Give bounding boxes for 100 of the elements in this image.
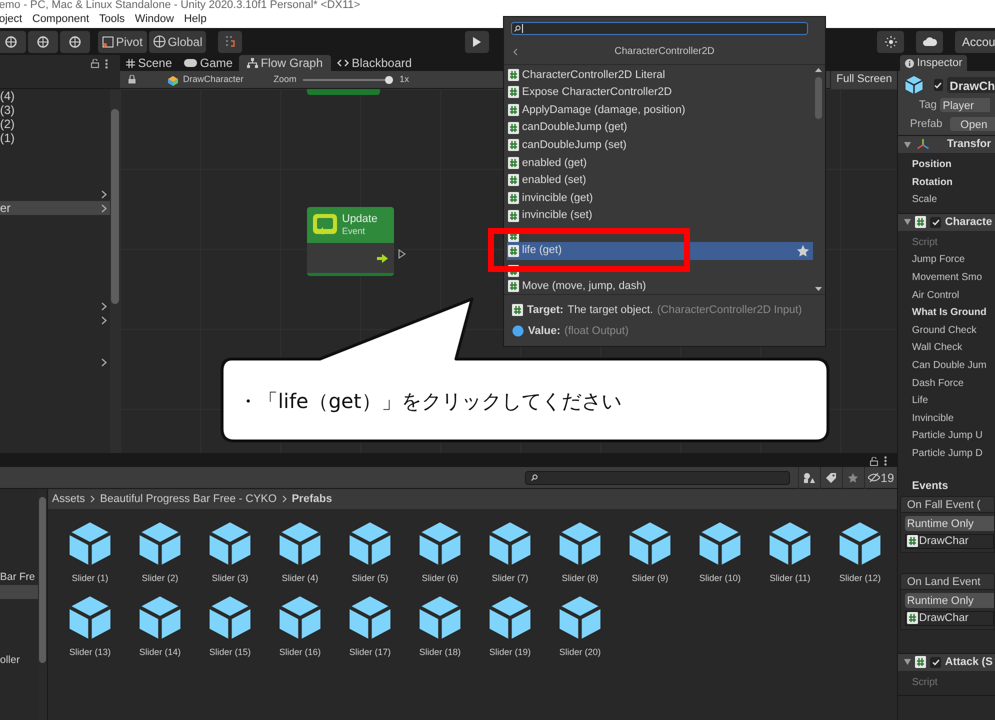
editor-tab[interactable]: Game [178,55,239,71]
active-checkbox[interactable] [934,79,943,91]
editor-tab[interactable]: Blackboard [330,55,418,71]
search-field[interactable] [511,22,808,34]
object-field[interactable]: DrawChar [905,534,994,548]
hierarchy-item[interactable]: (4) [0,89,110,103]
asset-label[interactable]: Slider (17) [349,646,391,659]
lock-icon [91,59,99,68]
component-header[interactable]: Characte [898,214,995,232]
node-option[interactable]: canDoubleJump (set) [507,136,813,154]
field-label: Ground Check [912,324,976,338]
pivot-button[interactable]: Pivot [98,30,147,52]
node-option[interactable]: Expose CharacterController2D [507,84,813,102]
search-icon [530,474,538,481]
asset-label[interactable]: Slider (11) [770,572,810,586]
asset-label[interactable]: Slider (18) [419,646,461,659]
field-label: Tag [919,98,937,113]
node-option[interactable]: Move (move, jump, dash) [507,277,813,294]
breadcrumb-item[interactable]: Assets [52,490,86,508]
menu-item[interactable]: Component [32,11,90,28]
node-option[interactable]: invincible (set) [507,206,813,224]
globe-tool-button[interactable] [28,30,58,52]
field-label: Scale [912,193,938,208]
object-name-field[interactable]: DrawCh [946,77,995,93]
scrollbar[interactable] [110,89,120,453]
prefab-cube-icon [904,75,924,95]
scrollbar-thumb[interactable] [815,77,822,119]
node-option[interactable]: life (get) [507,242,813,260]
asset-label[interactable]: Slider (19) [489,646,531,659]
cloud-button[interactable] [916,30,943,52]
hierarchy-item[interactable]: er [0,201,110,215]
eye-slash-icon [868,473,880,482]
checkmark-icon [934,82,942,88]
globe-icon [152,35,166,48]
breadcrumb-item[interactable]: Prefabs [292,490,332,508]
scrollbar-thumb[interactable] [39,497,46,663]
asset-label[interactable]: Slider (15) [209,646,251,659]
editor-tab[interactable]: Flow Graph [238,55,331,71]
open-prefab-button[interactable]: Open [950,116,995,131]
folder-item[interactable]: Bar Fre [0,571,38,585]
runtime-dropdown[interactable]: Runtime Only [905,592,994,608]
asset-label[interactable]: Slider (8) [562,572,598,586]
asset-label[interactable]: Slider (1) [72,572,108,586]
play-button[interactable] [465,30,489,52]
node-option[interactable]: canDoubleJump (get) [507,118,813,136]
node-option[interactable]: CharacterController2D Literal [507,66,813,84]
lighting-button[interactable] [877,30,904,52]
menu-item[interactable]: Window [134,11,174,28]
asset-label[interactable]: Slider (20) [559,646,601,659]
menu-item[interactable]: Tools [99,11,125,28]
object-field[interactable]: DrawChar [905,610,994,626]
editor-tab[interactable]: Scene [120,55,178,71]
hierarchy-item[interactable]: (2) [0,117,110,131]
scrollbar-thumb[interactable] [111,109,119,304]
component-header[interactable]: Transfor [898,136,995,154]
snap-button[interactable] [218,30,242,52]
node-option[interactable]: invincible (get) [507,189,813,207]
asset-label[interactable]: Slider (6) [422,572,458,586]
full-screen-button[interactable]: Full Screen [830,70,897,88]
field-label: Life [912,394,928,408]
asset-label[interactable]: Slider (2) [142,572,178,586]
folder-item[interactable]: oller [0,654,38,668]
account-button[interactable]: Accou [955,30,995,52]
port-type: (float Output) [564,324,629,339]
asset-label[interactable]: Slider (5) [352,572,388,586]
back-chevron-icon [513,48,518,56]
checkmark-icon [932,218,940,226]
asset-label[interactable]: Slider (14) [139,646,181,659]
hierarchy-item[interactable]: (3) [0,103,110,117]
enabled-checkbox[interactable] [930,216,941,228]
tools-button[interactable] [60,30,90,52]
node-option[interactable]: enabled (set) [507,172,813,190]
asset-label[interactable]: Slider (7) [492,572,528,586]
global-button[interactable]: Global [148,30,206,52]
hierarchy-item[interactable]: (1) [0,131,110,145]
chevron-right-icon [101,358,107,366]
asset-label[interactable]: Slider (12) [839,572,881,586]
asset-label[interactable]: Slider (16) [279,646,321,659]
zoom-slider[interactable] [302,76,393,84]
breadcrumb-item[interactable]: Beautiful Progress Bar Free - CYKO [100,490,277,508]
graph-node[interactable] [307,89,380,95]
asset-label[interactable]: Slider (13) [69,646,111,659]
inspector-tab[interactable]: Inspector [900,55,968,71]
menu-item[interactable]: Help [184,11,207,28]
asset-label[interactable]: Slider (9) [632,572,668,586]
tag-icon [826,472,836,482]
move-tool-button[interactable] [0,30,26,52]
tag-dropdown[interactable]: Player [940,98,990,112]
node-option[interactable]: enabled (get) [507,154,813,172]
asset-label[interactable]: Slider (4) [282,572,318,586]
node-option[interactable]: ApplyDamage (damage, position) [507,101,813,119]
enabled-checkbox[interactable] [930,656,941,668]
search-field[interactable] [524,470,790,484]
slider-thumb[interactable] [384,76,393,84]
graph-node[interactable]: Update Event [307,207,394,276]
component-header[interactable]: Attack (S [898,654,995,672]
field-label: Wall Check [912,341,962,356]
runtime-dropdown[interactable]: Runtime Only [905,516,994,530]
asset-label[interactable]: Slider (3) [212,572,248,586]
asset-label[interactable]: Slider (10) [699,572,741,586]
